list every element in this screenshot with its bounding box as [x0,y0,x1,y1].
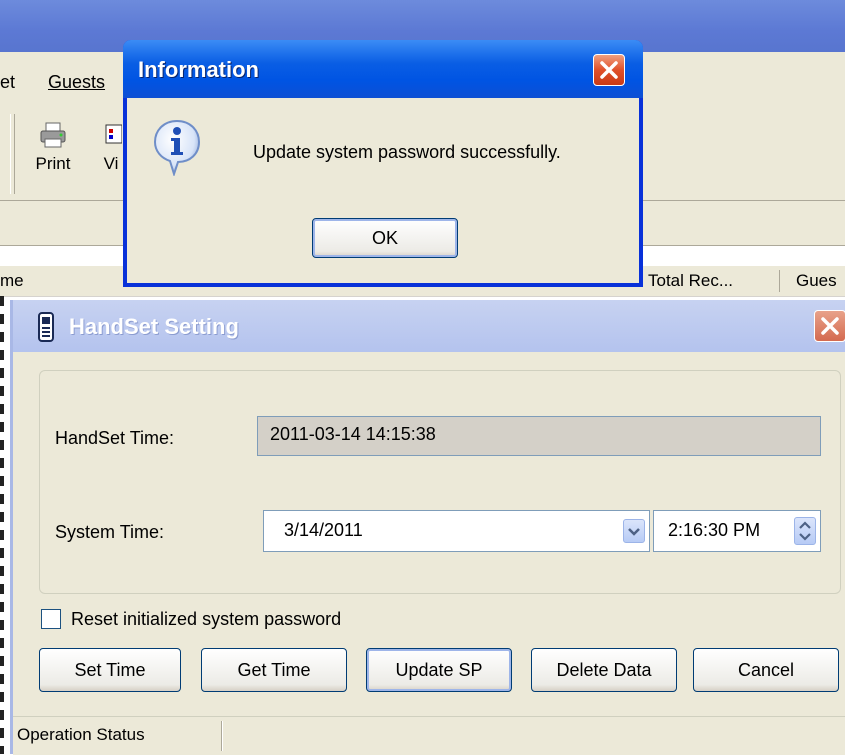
time-spin-button[interactable] [794,517,816,545]
status-text: Operation Status [17,725,145,744]
info-icon [153,119,201,176]
close-icon [600,61,618,79]
reset-password-label[interactable]: Reset initialized system password [71,609,341,630]
system-time-value: 2:16:30 PM [668,520,761,540]
handset-setting-dialog: HandSet Setting HandSet Time: 2011-03-14… [10,300,845,755]
handset-close-button[interactable] [814,310,845,342]
get-time-button[interactable]: Get Time [201,648,347,692]
menu-item-partial[interactable]: et [0,72,15,93]
close-icon [821,317,839,335]
toolbar-grip[interactable] [10,114,15,194]
information-titlebar[interactable]: Information [123,40,643,98]
print-label: Print [35,154,71,173]
ok-button[interactable]: OK [312,218,458,258]
handset-icon [38,312,54,342]
printer-icon [40,122,66,148]
delete-data-button[interactable]: Delete Data [531,648,677,692]
window-edge [0,296,4,754]
handset-titlebar[interactable]: HandSet Setting [13,300,845,352]
information-dialog: Information Update system password succe… [123,40,643,287]
handset-dialog-title: HandSet Setting [69,314,239,339]
status-separator [221,721,222,751]
cancel-button[interactable]: Cancel [693,648,839,692]
print-button[interactable]: Print [30,120,76,174]
date-dropdown-button[interactable] [623,519,645,543]
information-title: Information [138,57,259,82]
view-label: Vi [103,154,119,173]
column-header-guests[interactable]: Gues [796,271,837,291]
information-body: Update system password successfully. OK [127,98,639,283]
system-date-picker[interactable]: 3/14/2011 [263,510,650,552]
chevron-down-icon [628,528,640,536]
menu-item-guests[interactable]: Guests [48,72,105,93]
time-groupbox [39,370,841,594]
system-time-label: System Time: [55,522,165,542]
view-icon [105,124,122,144]
system-date-value: 3/14/2011 [284,520,363,540]
handset-time-label: HandSet Time: [55,428,175,448]
column-header-name[interactable]: me [0,271,24,291]
handset-time-field: 2011-03-14 14:15:38 [257,416,821,456]
view-button[interactable]: Vi [100,120,122,174]
update-sp-button[interactable]: Update SP [366,648,512,692]
information-close-button[interactable] [593,54,625,86]
column-separator[interactable] [779,270,780,292]
column-header-total-records[interactable]: Total Rec... [648,271,733,291]
status-bar: Operation Status [13,716,845,755]
reset-password-checkbox[interactable] [41,609,61,629]
spin-updown-icon [799,521,811,541]
information-message: Update system password successfully. [253,142,561,162]
set-time-button[interactable]: Set Time [39,648,181,692]
system-time-picker[interactable]: 2:16:30 PM [653,510,821,552]
